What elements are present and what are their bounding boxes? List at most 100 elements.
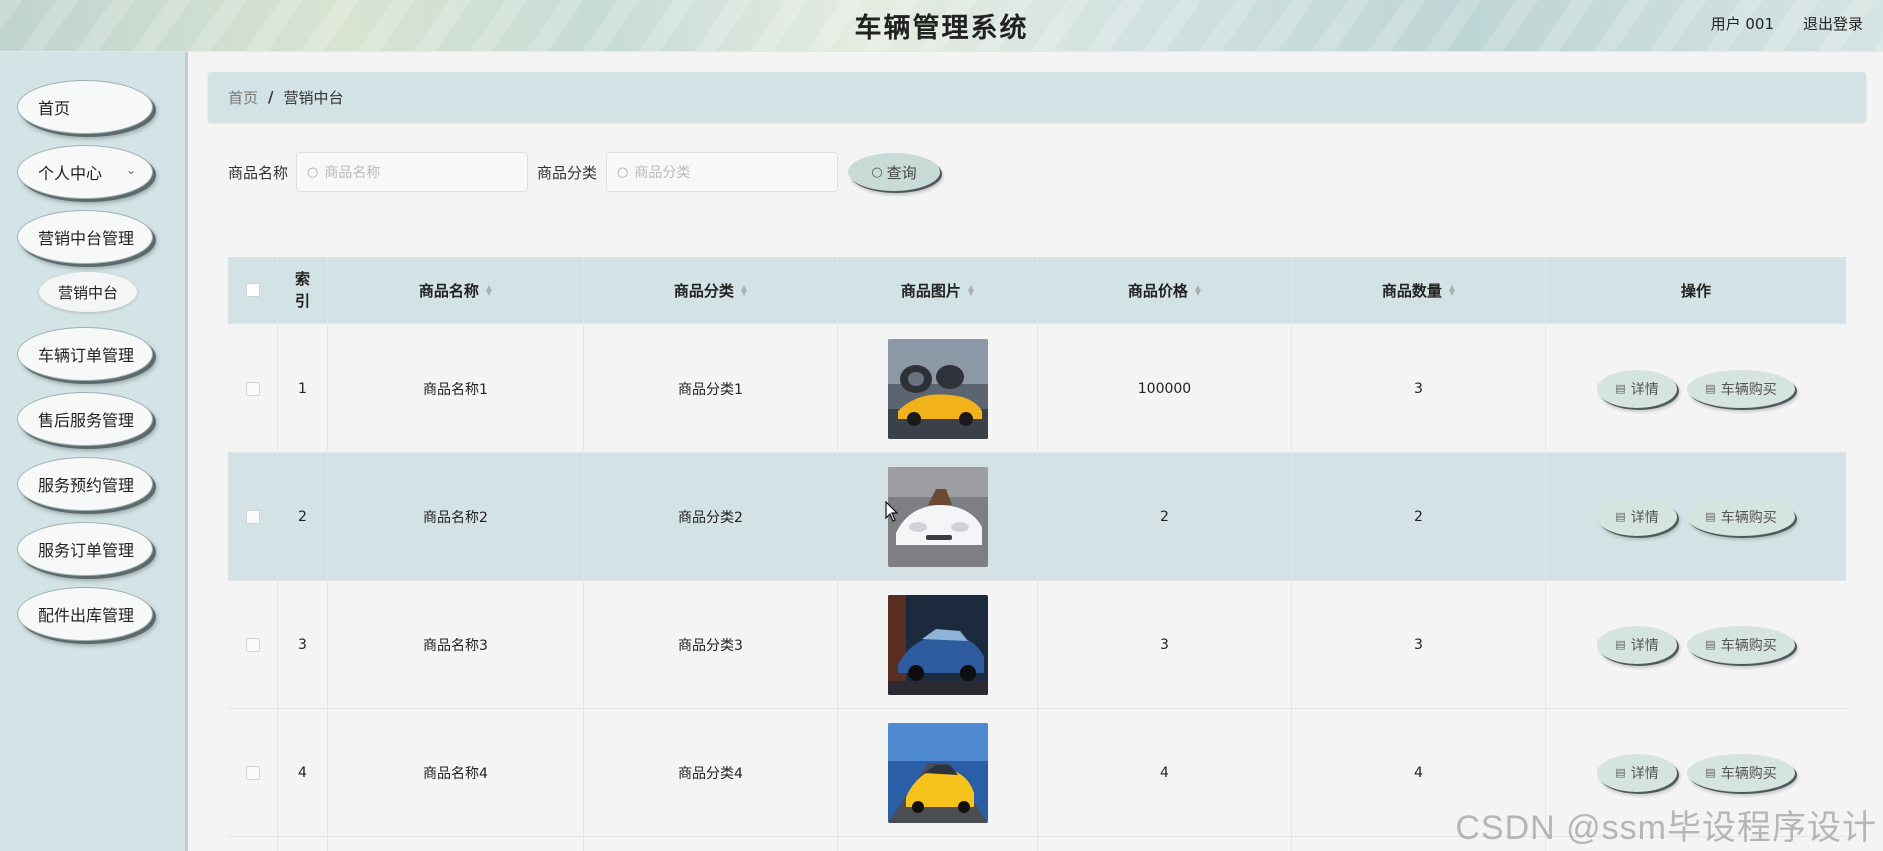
header-name: 商品名称 [418,281,479,300]
quantity-cell: 3 [1292,325,1546,452]
image-cell [838,709,1038,836]
sidebar-item-after-sales[interactable]: 售后服务管理 [17,392,153,446]
document-icon: ▤ [1705,638,1716,651]
detail-button[interactable]: ▤ 详情 [1597,753,1677,792]
index-cell: 1 [278,325,328,452]
sort-icon[interactable]: ▲ ▼ [486,284,492,297]
buy-vehicle-button[interactable]: ▤ 车辆购买 [1687,497,1795,536]
category-cell: 商品分类3 [584,581,838,708]
sort-icon[interactable]: ▲ ▼ [1449,284,1455,297]
sidebar-item-service-orders[interactable]: 服务订单管理 [17,522,153,576]
header-image-cell[interactable]: 商品图片 ▲ ▼ [838,257,1038,323]
query-button[interactable]: ○ 查询 [848,153,940,191]
actions-cell: ▤ 详情 ▤ 车辆购买 [1546,453,1846,580]
category-cell: 商品分类2 [584,453,838,580]
row-checkbox[interactable] [245,509,260,524]
sort-icon[interactable]: ▲ ▼ [1195,284,1201,297]
name-cell: 商品名称3 [328,581,584,708]
product-category-label: 商品分类 [537,164,598,182]
sort-icon[interactable]: ▲ ▼ [968,284,974,297]
product-category-placeholder: 商品分类 [634,165,691,181]
row-checkbox[interactable] [245,637,260,652]
sidebar-item-label: 服务预约管理 [38,476,135,495]
table-row: 2 商品名称2 商品分类2 2 2 ▤ 详情 ▤ 车辆购买 [228,453,1846,581]
watermark: CSDN @ssm毕设程序设计 [1455,809,1877,847]
price-cell [1038,837,1292,851]
header-name-cell[interactable]: 商品名称 ▲ ▼ [328,257,584,323]
actions-cell: ▤ 详情 ▤ 车辆购买 [1546,325,1846,452]
chevron-down-icon: ⌄ [125,163,136,177]
header-price-cell[interactable]: 商品价格 ▲ ▼ [1038,257,1292,323]
app-title: 车辆管理系统 [854,13,1029,44]
header-actions: 操作 [1680,281,1711,300]
sidebar: 首页 个人中心 ⌄ 营销中台管理 营销中台 车辆订单管理 售后服务管理 服务预约… [0,52,188,851]
sidebar-item-label: 营销中台管理 [38,229,135,248]
table-row: 1 商品名称1 商品分类1 100000 3 ▤ 详情 ▤ 车辆购买 [228,325,1846,453]
product-table: 索引 商品名称 ▲ ▼ 商品分类 ▲ ▼ 商品图片 ▲ ▼ 商品价格 ▲ ▼ 商品数量 … [228,257,1846,851]
header-quantity-cell[interactable]: 商品数量 ▲ ▼ [1292,257,1546,323]
document-icon: ▤ [1615,382,1626,395]
detail-button[interactable]: ▤ 详情 [1597,625,1677,664]
index-cell: 2 [278,453,328,580]
product-image[interactable] [887,466,988,567]
detail-button-label: 详情 [1630,381,1659,398]
select-cell [228,581,278,708]
header-index: 索引 [294,270,310,310]
product-image[interactable] [887,722,988,823]
image-cell [838,581,1038,708]
header-quantity: 商品数量 [1381,281,1442,300]
sidebar-item-parts-outbound[interactable]: 配件出库管理 [17,587,153,641]
document-icon: ▤ [1615,638,1626,651]
detail-button-label: 详情 [1630,765,1659,782]
search-icon: ○ [617,164,629,180]
breadcrumb-home[interactable]: 首页 [228,87,258,108]
search-icon: ○ [871,164,883,180]
row-checkbox[interactable] [245,381,260,396]
sidebar-item-label: 车辆订单管理 [38,346,135,365]
sidebar-item-personal-center[interactable]: 个人中心 ⌄ [17,145,153,199]
header-price: 商品价格 [1127,281,1188,300]
detail-button[interactable]: ▤ 详情 [1597,497,1677,536]
query-button-label: 查询 [886,163,917,182]
image-cell [838,453,1038,580]
select-cell [228,453,278,580]
select-all-checkbox[interactable] [245,283,260,297]
sidebar-item-service-appointments[interactable]: 服务预约管理 [17,457,153,511]
sort-icon[interactable]: ▲ ▼ [741,284,747,297]
breadcrumb-separator: / [268,88,274,106]
sidebar-item-home[interactable]: 首页 [17,80,153,134]
name-cell: 商品名称1 [328,325,584,452]
index-cell: 4 [278,709,328,836]
product-image[interactable] [887,338,988,439]
buy-vehicle-button[interactable]: ▤ 车辆购买 [1687,625,1795,664]
header-category: 商品分类 [673,281,734,300]
header-actions-cell: 操作 [1546,257,1846,323]
document-icon: ▤ [1705,510,1716,523]
detail-button-label: 详情 [1630,637,1659,654]
category-cell [584,837,838,851]
sidebar-subitem-marketing-center[interactable]: 营销中台 [39,272,137,312]
category-cell: 商品分类1 [584,325,838,452]
category-cell: 商品分类4 [584,709,838,836]
buy-vehicle-button[interactable]: ▤ 车辆购买 [1687,753,1795,792]
header-category-cell[interactable]: 商品分类 ▲ ▼ [584,257,838,323]
detail-button-label: 详情 [1630,509,1659,526]
search-icon: ○ [307,164,319,180]
name-cell [328,837,584,851]
index-cell: 3 [278,581,328,708]
row-checkbox[interactable] [245,765,260,780]
sidebar-item-vehicle-orders[interactable]: 车辆订单管理 [17,327,153,381]
breadcrumb-current: 营销中台 [283,88,344,107]
index-cell [278,837,328,851]
logout-link[interactable]: 退出登录 [1803,13,1863,34]
user-label: 用户 001 [1710,15,1774,33]
product-name-input[interactable]: ○ 商品名称 [296,152,528,192]
product-category-input[interactable]: ○ 商品分类 [606,152,838,192]
sidebar-item-marketing-management[interactable]: 营销中台管理 [17,210,153,264]
product-image[interactable] [887,594,988,695]
name-cell: 商品名称2 [328,453,584,580]
product-name-placeholder: 商品名称 [324,165,381,181]
buy-vehicle-button[interactable]: ▤ 车辆购买 [1687,369,1795,408]
detail-button[interactable]: ▤ 详情 [1597,369,1677,408]
image-cell [838,325,1038,452]
